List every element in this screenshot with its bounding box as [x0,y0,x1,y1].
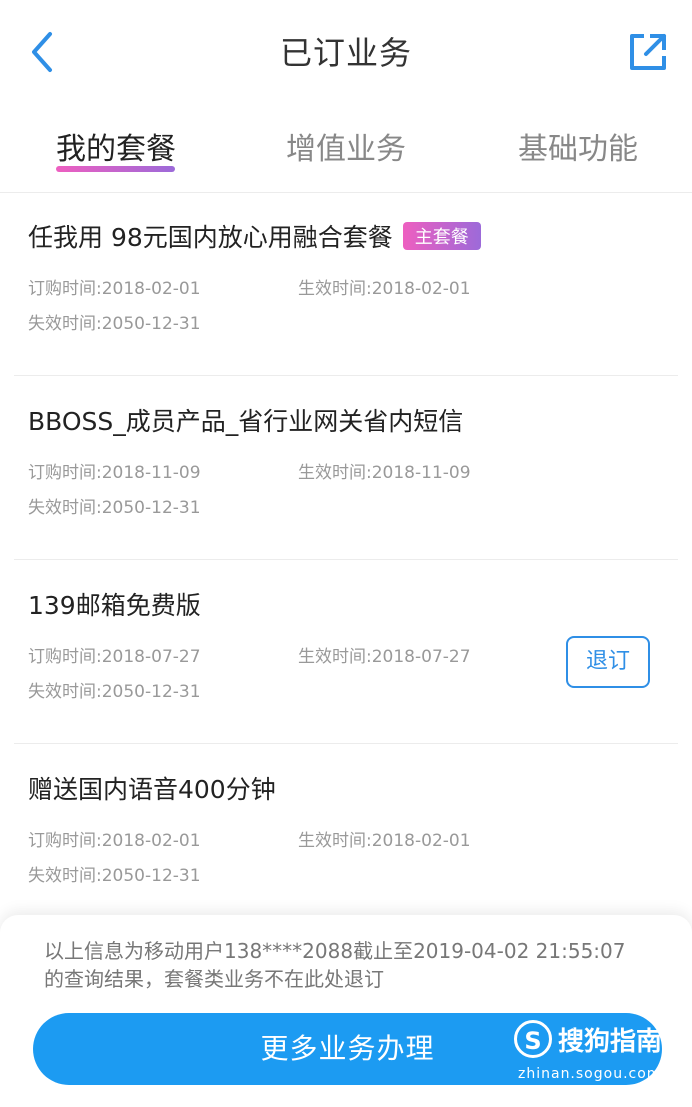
order-time: 订购时间:2018-02-01 [28,831,201,851]
page-title: 已订业务 [279,34,412,72]
effective-time: 生效时间:2018-02-01 [298,279,471,299]
list-item: BBOSS_成员产品_省行业网关省内短信 订购时间:2018-11-09 生效时… [14,376,678,560]
notice-line-2: 的查询结果，套餐类业务不在此处退订 [44,967,384,991]
tab-basic-functions[interactable]: 基础功能 [478,124,678,168]
effective-time: 生效时间:2018-02-01 [298,831,471,851]
footer-panel: 以上信息为移动用户138****2088截止至2019-04-02 21:55:… [0,915,692,1107]
expire-time: 失效时间:2050-12-31 [28,498,201,518]
list-item: 赠送国内语音400分钟 订购时间:2018-02-01 生效时间:2018-02… [14,744,678,927]
tab-my-package[interactable]: 我的套餐 [16,124,216,168]
header: 已订业务 [0,0,692,104]
share-button[interactable] [624,28,672,76]
expire-time: 失效时间:2050-12-31 [28,682,201,702]
expire-time: 失效时间:2050-12-31 [28,866,201,886]
order-time: 订购时间:2018-11-09 [28,463,201,483]
item-name: BBOSS_成员产品_省行业网关省内短信 [28,407,464,436]
effective-time: 生效时间:2018-11-09 [298,463,471,483]
tab-value-added[interactable]: 增值业务 [246,124,446,168]
unsubscribe-button[interactable]: 退订 [566,636,650,688]
tab-bar: 我的套餐 增值业务 基础功能 [0,104,692,193]
order-time: 订购时间:2018-02-01 [28,279,201,299]
list-item: 139邮箱免费版 订购时间:2018-07-27 生效时间:2018-07-27… [14,560,678,744]
item-name: 赠送国内语音400分钟 [28,775,276,804]
subscription-list: 任我用 98元国内放心用融合套餐 主套餐 订购时间:2018-02-01 生效时间… [0,192,692,927]
order-time: 订购时间:2018-07-27 [28,647,201,667]
main-package-badge: 主套餐 [402,222,481,250]
effective-time: 生效时间:2018-07-27 [298,647,471,667]
active-tab-indicator [56,166,175,172]
item-name: 任我用 98元国内放心用融合套餐 主套餐 [28,218,481,254]
more-services-button[interactable]: 更多业务办理 [33,1013,662,1085]
expire-time: 失效时间:2050-12-31 [28,314,201,334]
item-name: 139邮箱免费版 [28,591,201,620]
list-item: 任我用 98元国内放心用融合套餐 主套餐 订购时间:2018-02-01 生效时间… [14,192,678,376]
notice-line-1: 以上信息为移动用户138****2088截止至2019-04-02 21:55:… [44,939,626,963]
share-icon [630,34,666,70]
query-notice: 以上信息为移动用户138****2088截止至2019-04-02 21:55:… [44,937,664,993]
